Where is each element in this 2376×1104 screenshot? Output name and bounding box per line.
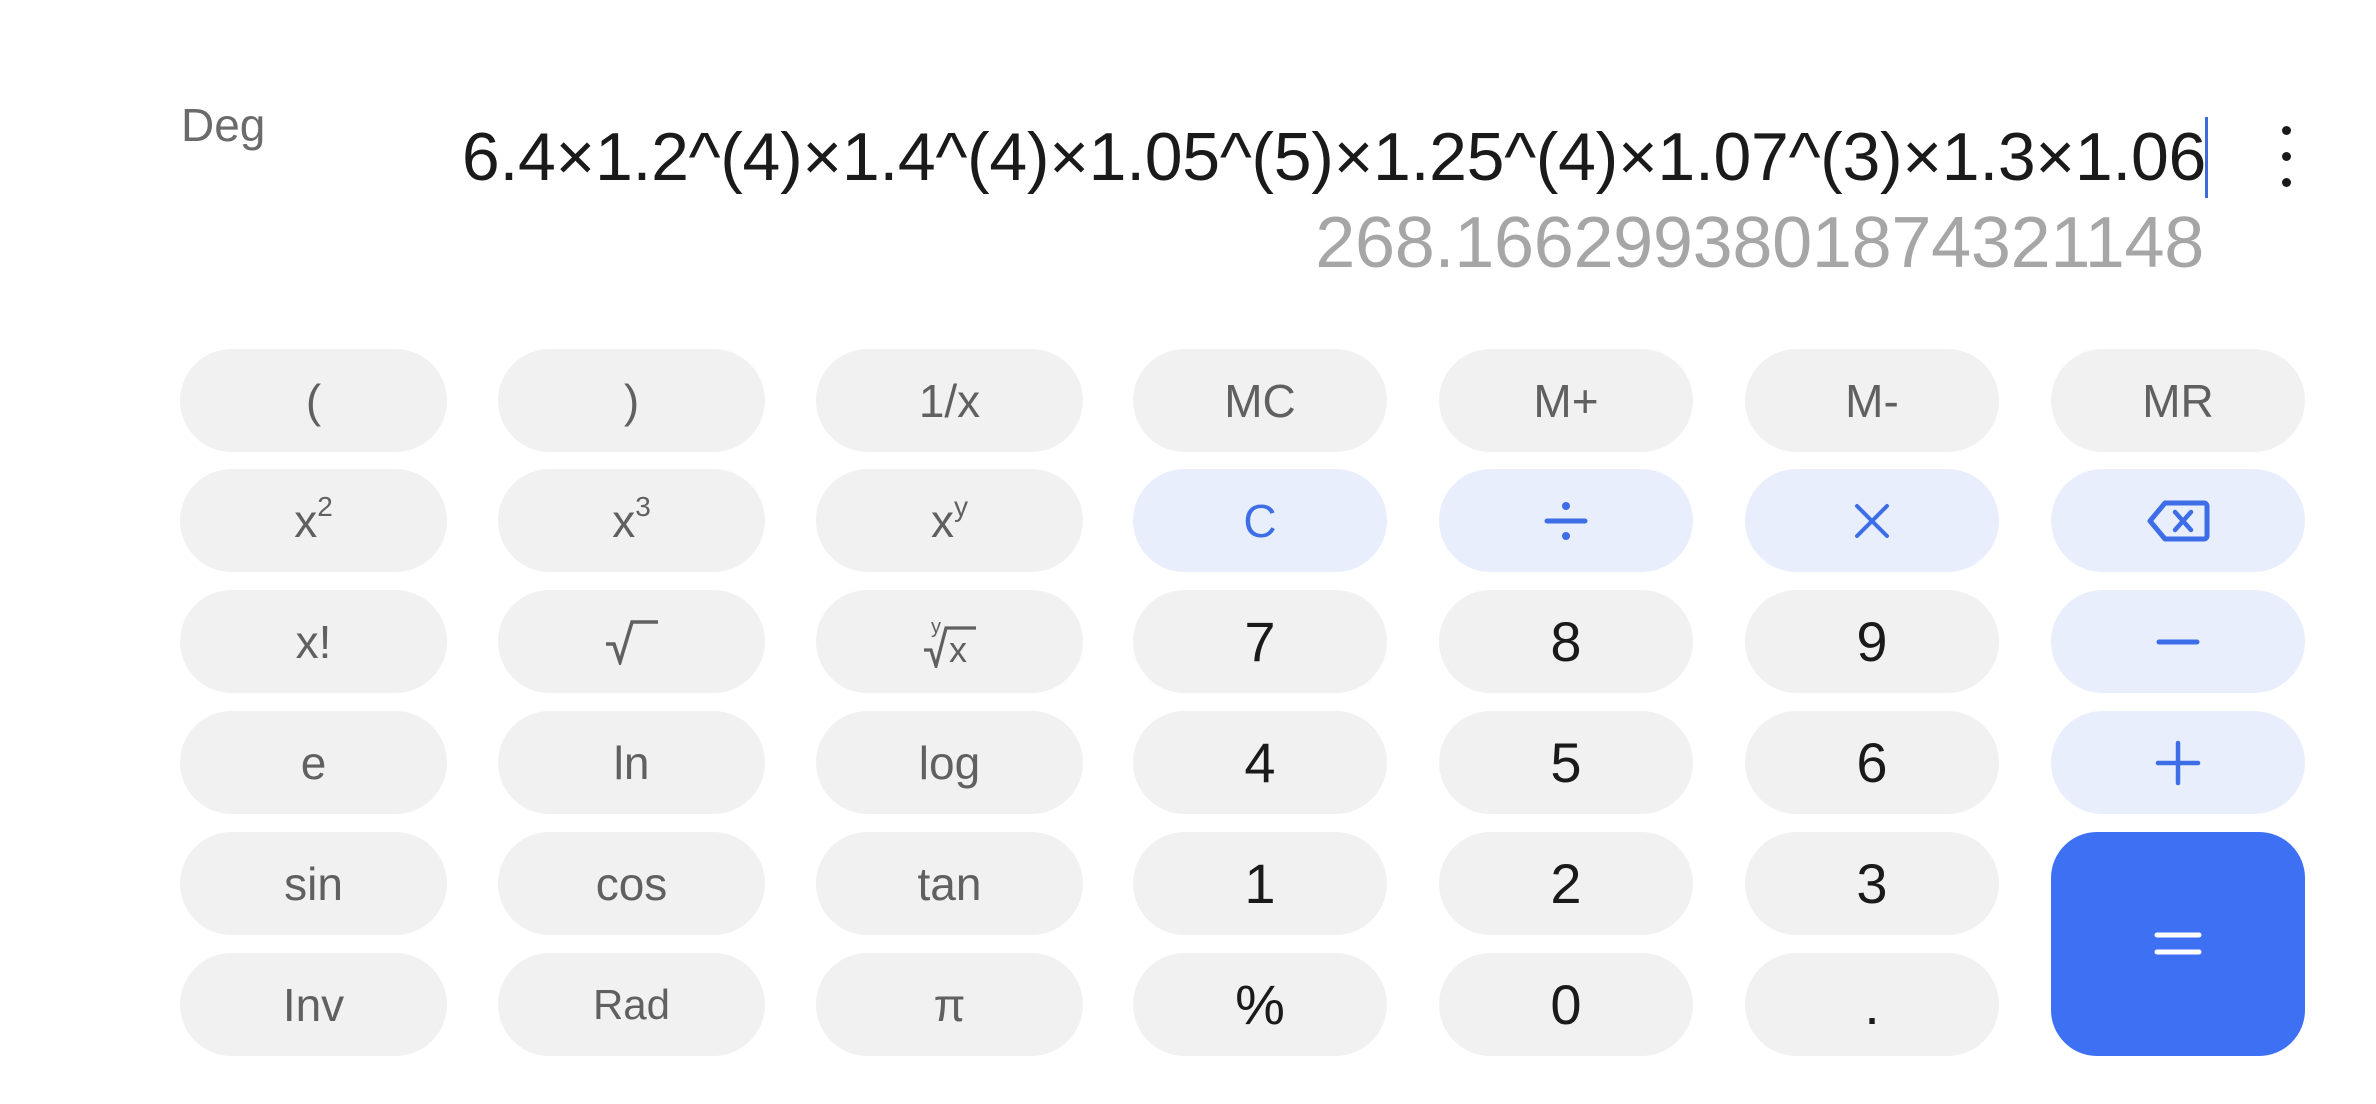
memory-clear-button[interactable]: MC — [1133, 349, 1387, 452]
expression-input[interactable]: 6.4×1.2^(4)×1.4^(4)×1.05^(5)×1.25^(4)×1.… — [462, 114, 2206, 200]
clear-button[interactable]: C — [1133, 469, 1387, 572]
multiply-icon — [1853, 502, 1891, 540]
digit-0-button[interactable]: 0 — [1439, 953, 1693, 1056]
percent-button[interactable]: % — [1133, 953, 1387, 1056]
memory-recall-button[interactable]: MR — [2051, 349, 2305, 452]
square-root-icon — [604, 619, 660, 665]
key-label: 1 — [1244, 852, 1276, 915]
key-label: 3 — [1856, 852, 1888, 915]
key-label: ) — [623, 374, 640, 427]
key-label: 4 — [1244, 731, 1276, 794]
factorial-button[interactable]: x! — [180, 590, 447, 693]
key-label: x — [612, 494, 636, 547]
key-label: ( — [305, 374, 322, 427]
subtract-button[interactable] — [2051, 590, 2305, 693]
angle-mode-label: Deg — [181, 99, 266, 151]
cube-button[interactable]: x3 — [498, 469, 765, 572]
key-label: 7 — [1244, 610, 1276, 673]
key-label: % — [1235, 973, 1285, 1036]
key-label: e — [300, 736, 327, 789]
y-root-button[interactable]: yx — [816, 590, 1083, 693]
digit-2-button[interactable]: 2 — [1439, 832, 1693, 935]
inverse-button[interactable]: Inv — [180, 953, 447, 1056]
key-label: C — [1243, 494, 1277, 547]
key-label: . — [1864, 973, 1880, 1036]
key-label: 5 — [1550, 731, 1582, 794]
y-root-icon: yx — [922, 616, 978, 668]
key-label: 8 — [1550, 610, 1582, 673]
cos-button[interactable]: cos — [498, 832, 765, 935]
backspace-button[interactable] — [2051, 469, 2305, 572]
digit-9-button[interactable]: 9 — [1745, 590, 1999, 693]
svg-text:y: y — [931, 616, 941, 638]
more-vertical-icon — [2281, 125, 2291, 135]
minus-icon — [2156, 637, 2200, 647]
decimal-button[interactable]: . — [1745, 953, 1999, 1056]
digit-3-button[interactable]: 3 — [1745, 832, 1999, 935]
digit-4-button[interactable]: 4 — [1133, 711, 1387, 814]
natural-log-button[interactable]: ln — [498, 711, 765, 814]
open-paren-button[interactable]: ( — [180, 349, 447, 452]
key-label: 9 — [1856, 610, 1888, 673]
key-label: Inv — [282, 978, 345, 1031]
power-button[interactable]: xy — [816, 469, 1083, 572]
key-label: log — [918, 736, 981, 789]
key-label: 6 — [1856, 731, 1888, 794]
result-preview: 268.1662993801874321148 — [1315, 203, 2204, 283]
key-label: 0 — [1550, 973, 1582, 1036]
key-label: MC — [1224, 374, 1296, 427]
key-label: 2 — [1550, 852, 1582, 915]
digit-6-button[interactable]: 6 — [1745, 711, 1999, 814]
more-vertical-icon-dot — [2281, 151, 2291, 161]
key-label: x! — [295, 615, 332, 668]
plus-icon — [2155, 740, 2201, 786]
more-vertical-icon-dot — [2281, 177, 2291, 187]
equals-button[interactable] — [2051, 832, 2305, 1056]
key-label: Rad — [592, 980, 671, 1028]
square-root-button[interactable] — [498, 590, 765, 693]
svg-text:x: x — [949, 629, 967, 668]
digit-1-button[interactable]: 1 — [1133, 832, 1387, 935]
digit-8-button[interactable]: 8 — [1439, 590, 1693, 693]
square-button[interactable]: x2 — [180, 469, 447, 572]
calculator-app: Deg 6.4×1.2^(4)×1.4^(4)×1.05^(5)×1.25^(4… — [0, 0, 2376, 1104]
key-label: cos — [595, 857, 668, 910]
reciprocal-button[interactable]: 1/x — [816, 349, 1083, 452]
key-label: M- — [1845, 374, 1899, 427]
divide-button[interactable] — [1439, 469, 1693, 572]
memory-add-button[interactable]: M+ — [1439, 349, 1693, 452]
equals-icon — [2154, 931, 2202, 957]
key-label: tan — [917, 857, 982, 910]
close-paren-button[interactable]: ) — [498, 349, 765, 452]
key-label: sin — [284, 857, 343, 910]
key-label: x — [294, 494, 318, 547]
add-button[interactable] — [2051, 711, 2305, 814]
key-label: MR — [2142, 374, 2214, 427]
key-label: 1/x — [918, 374, 981, 427]
euler-button[interactable]: e — [180, 711, 447, 814]
angle-unit-toggle-button[interactable]: Rad — [498, 953, 765, 1056]
backspace-icon — [2146, 499, 2210, 543]
pi-button[interactable]: π — [816, 953, 1083, 1056]
sin-button[interactable]: sin — [180, 832, 447, 935]
key-label: ln — [613, 736, 650, 789]
text-cursor — [2205, 117, 2208, 198]
tan-button[interactable]: tan — [816, 832, 1083, 935]
digit-7-button[interactable]: 7 — [1133, 590, 1387, 693]
key-label: π — [933, 978, 966, 1031]
more-options-button[interactable] — [2266, 112, 2306, 200]
log-button[interactable]: log — [816, 711, 1083, 814]
key-label: x — [931, 494, 954, 547]
multiply-button[interactable] — [1745, 469, 1999, 572]
memory-subtract-button[interactable]: M- — [1745, 349, 1999, 452]
key-label: M+ — [1533, 374, 1599, 427]
divide-icon — [1544, 499, 1588, 543]
digit-5-button[interactable]: 5 — [1439, 711, 1693, 814]
